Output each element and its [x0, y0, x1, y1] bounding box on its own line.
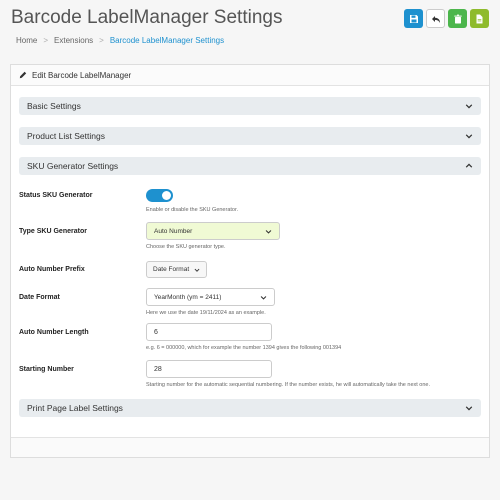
- back-button[interactable]: [426, 9, 445, 28]
- chevron-down-icon: [465, 134, 473, 139]
- field-label: Auto Number Prefix: [19, 266, 85, 273]
- save-icon: [409, 14, 418, 23]
- dropdown-value: Date Format: [153, 266, 190, 273]
- select-value: Auto Number: [154, 227, 193, 235]
- field-label: Starting Number: [19, 366, 74, 373]
- toggle-knob: [162, 191, 171, 200]
- breadcrumb-current[interactable]: Barcode LabelManager Settings: [110, 36, 224, 45]
- field-help: e.g. 6 = 000000, which for example the n…: [146, 345, 342, 351]
- copy-button[interactable]: [470, 9, 489, 28]
- input-value: 6: [154, 328, 158, 336]
- field-status: Status SKU Generator Enable or disable t…: [19, 189, 481, 213]
- pencil-icon: [19, 71, 27, 79]
- panel-footer: [11, 437, 489, 457]
- accordion-print-page-label-settings[interactable]: Print Page Label Settings: [19, 399, 481, 417]
- breadcrumb-extensions[interactable]: Extensions: [54, 36, 93, 45]
- field-help: Starting number for the automatic sequen…: [146, 382, 431, 388]
- field-help: Here we use the date 19/11/2024 as an ex…: [146, 310, 266, 316]
- breadcrumb-separator: >: [43, 36, 49, 45]
- chevron-down-icon: [260, 295, 267, 300]
- delete-button[interactable]: [448, 9, 467, 28]
- chevron-down-icon: [194, 268, 200, 272]
- accordion-title: SKU Generator Settings: [27, 161, 119, 171]
- date-format-select[interactable]: YearMonth (ym = 2411): [146, 288, 275, 306]
- trash-icon: [453, 14, 462, 23]
- save-button[interactable]: [404, 9, 423, 28]
- field-label: Auto Number Length: [19, 329, 89, 336]
- breadcrumb: Home > Extensions > Barcode LabelManager…: [16, 36, 224, 45]
- field-label: Date Format: [19, 294, 60, 301]
- field-help: Enable or disable the SKU Generator.: [146, 207, 239, 213]
- accordion-title: Product List Settings: [27, 131, 105, 141]
- reply-icon: [431, 15, 440, 23]
- input-value: 28: [154, 365, 162, 373]
- field-label: Status SKU Generator: [19, 192, 93, 199]
- prefix-dropdown-button[interactable]: Date Format: [146, 261, 208, 278]
- chevron-down-icon: [465, 406, 473, 411]
- header-toolbar: [404, 9, 489, 28]
- chevron-down-icon: [265, 229, 272, 234]
- accordion-sku-generator-settings[interactable]: SKU Generator Settings: [19, 157, 481, 175]
- breadcrumb-separator: >: [99, 36, 104, 45]
- breadcrumb-home[interactable]: Home: [16, 36, 37, 45]
- starting-number-input[interactable]: 28: [146, 360, 272, 378]
- select-value: YearMonth (ym = 2411): [154, 293, 222, 301]
- chevron-down-icon: [465, 104, 473, 109]
- copy-icon: [476, 14, 482, 23]
- field-help: Choose the SKU generator type.: [146, 244, 226, 250]
- status-toggle[interactable]: [146, 189, 173, 202]
- panel-heading: Edit Barcode LabelManager: [11, 65, 489, 86]
- panel-heading-text: Edit Barcode LabelManager: [32, 70, 132, 80]
- accordion-title: Basic Settings: [27, 101, 81, 111]
- accordion-title: Print Page Label Settings: [27, 403, 123, 413]
- field-label: Type SKU Generator: [19, 228, 87, 235]
- chevron-up-icon: [465, 163, 473, 168]
- settings-panel: Edit Barcode LabelManager Basic Settings…: [10, 64, 490, 458]
- accordion-product-list-settings[interactable]: Product List Settings: [19, 127, 481, 145]
- length-input[interactable]: 6: [146, 323, 272, 341]
- page-title: Barcode LabelManager Settings: [11, 7, 283, 28]
- accordion-basic-settings[interactable]: Basic Settings: [19, 97, 481, 115]
- type-select[interactable]: Auto Number: [146, 222, 280, 240]
